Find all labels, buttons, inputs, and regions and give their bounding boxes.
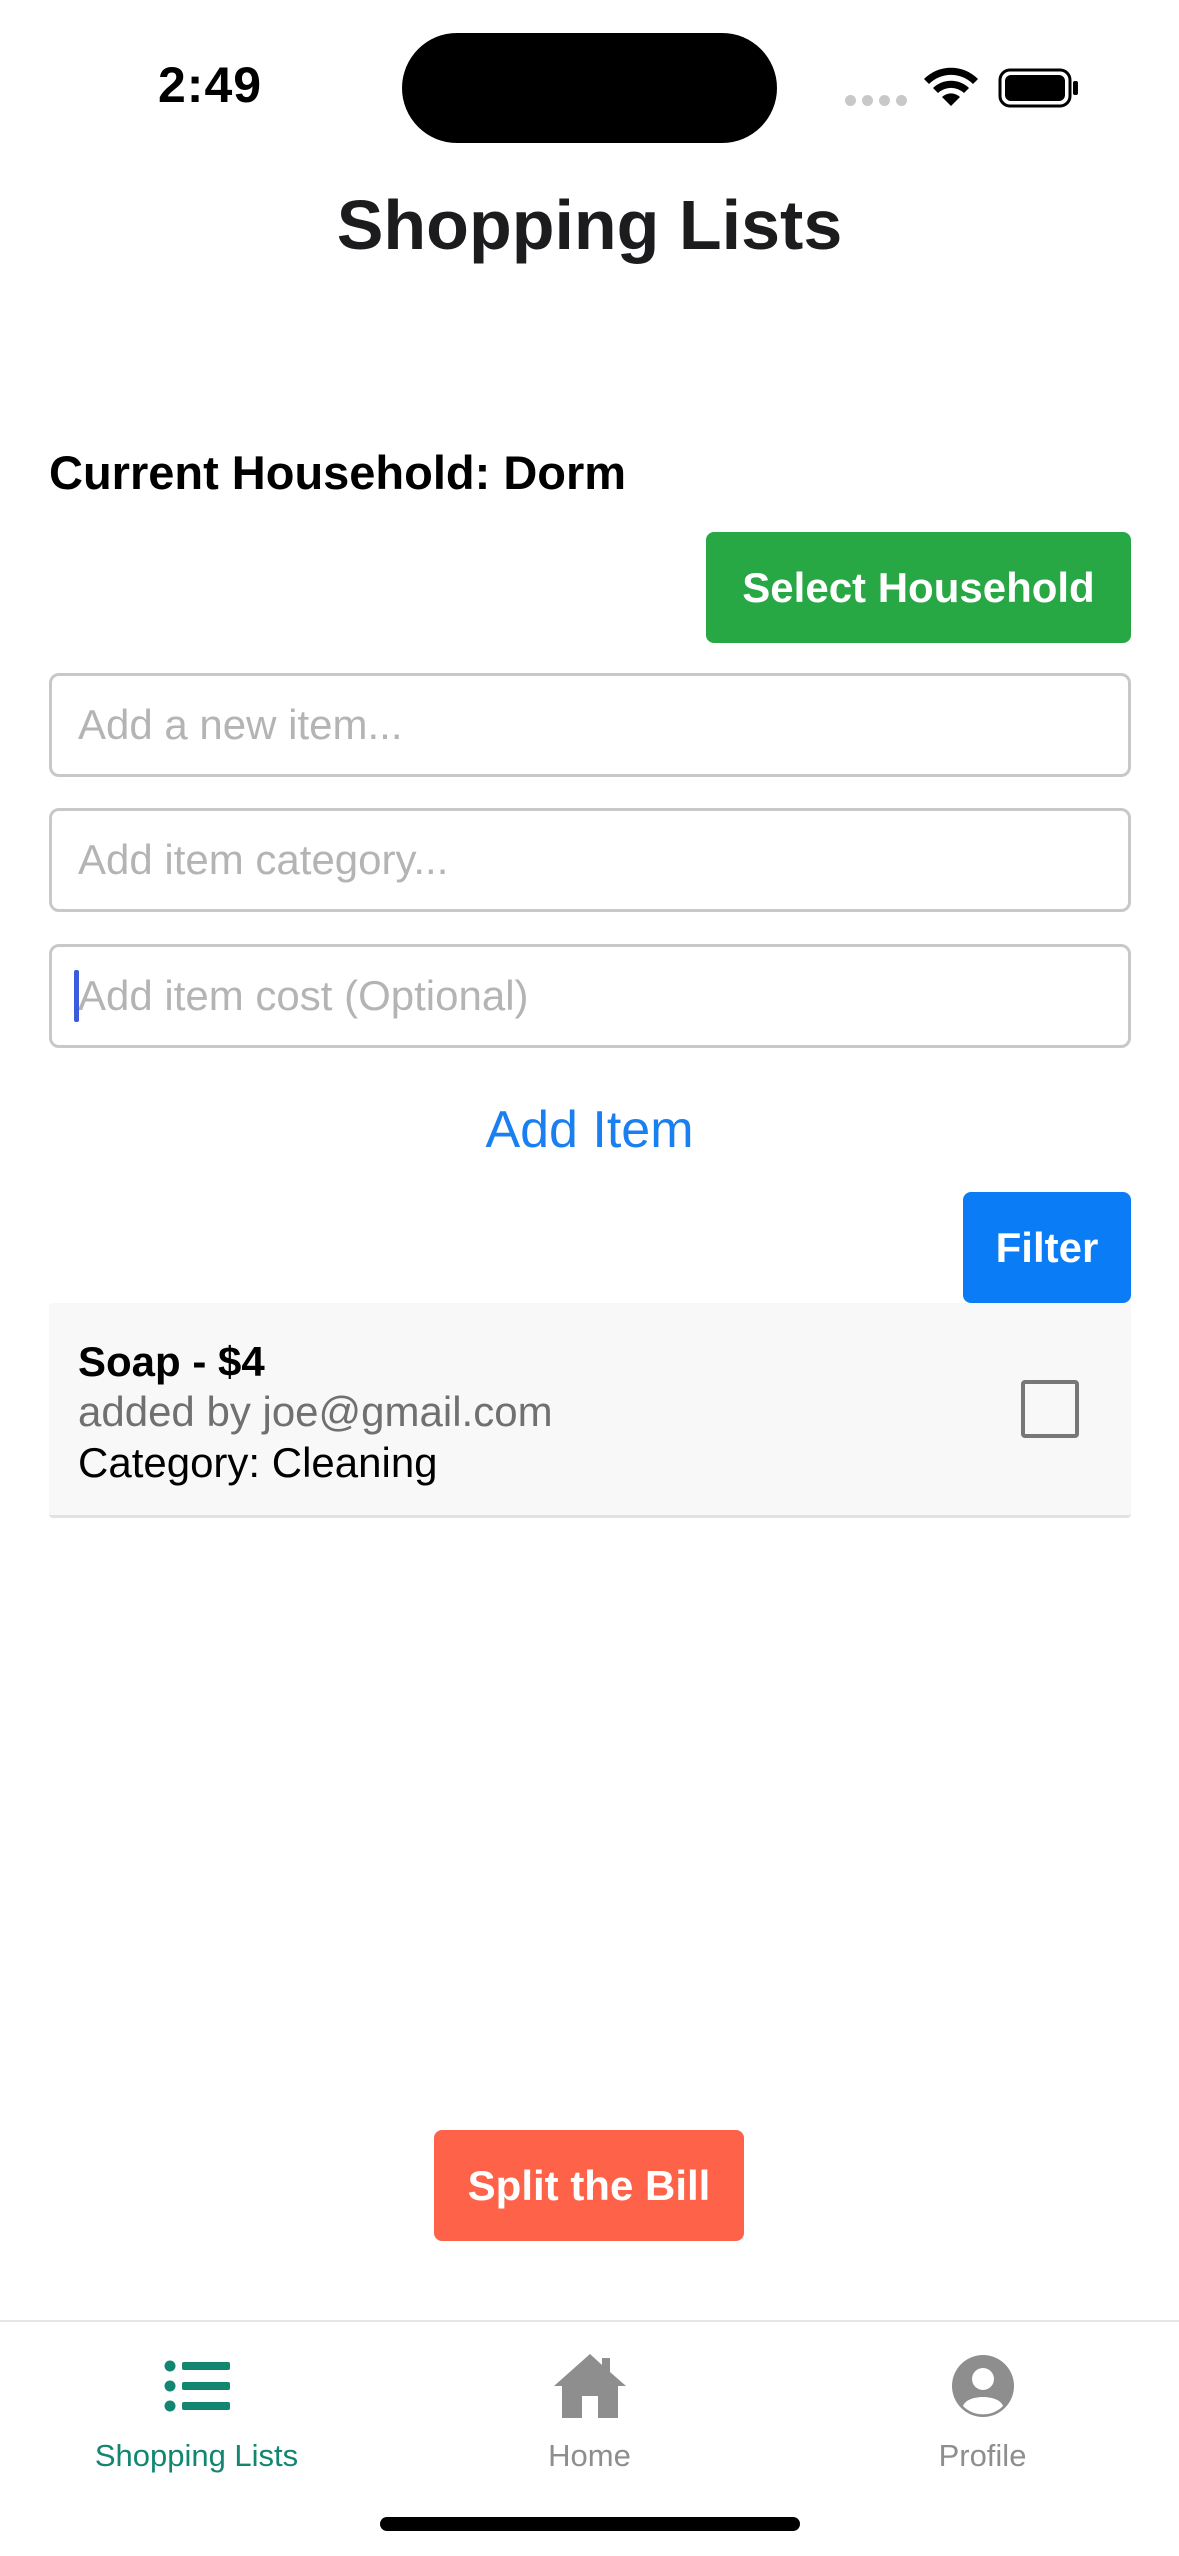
item-cost-input[interactable] [49, 944, 1131, 1048]
status-time: 2:49 [158, 57, 263, 113]
item-checkbox[interactable] [1021, 1380, 1079, 1438]
wifi-icon [924, 67, 978, 106]
item-title: Soap - $4 [78, 1338, 265, 1385]
page-title: Shopping Lists [336, 186, 843, 264]
tab-label: Profile [938, 2438, 1027, 2473]
add-item-button[interactable]: Add Item [0, 1100, 1179, 1160]
list-item[interactable]: Soap - $4 added by joe@gmail.com Categor… [49, 1303, 1131, 1518]
tab-shopping-lists[interactable]: Shopping Lists [0, 2322, 393, 2492]
item-category: Category: Cleaning [78, 1439, 438, 1486]
home-icon [550, 2346, 630, 2426]
list-icon [157, 2346, 237, 2426]
tab-label: Shopping Lists [94, 2438, 299, 2473]
item-added-by: added by joe@gmail.com [78, 1388, 553, 1435]
tab-profile[interactable]: Profile [786, 2322, 1179, 2492]
item-category-input[interactable] [49, 808, 1131, 912]
cellular-signal-icon [845, 95, 907, 106]
battery-icon [998, 68, 1078, 108]
tab-label: Home [548, 2438, 631, 2473]
tab-home[interactable]: Home [393, 2322, 786, 2492]
current-household-label: Current Household: Dorm [49, 446, 627, 499]
text-cursor [74, 970, 79, 1022]
shopping-lists-screen: 2:49 Shopping Lists Current Household: D… [0, 0, 1179, 2556]
select-household-button[interactable]: Select Household [706, 532, 1131, 643]
new-item-input[interactable] [49, 673, 1131, 777]
split-the-bill-button[interactable]: Split the Bill [434, 2130, 744, 2241]
profile-icon [943, 2346, 1023, 2426]
home-indicator[interactable] [380, 2517, 800, 2531]
dynamic-island [402, 33, 777, 143]
filter-button[interactable]: Filter [963, 1192, 1131, 1303]
